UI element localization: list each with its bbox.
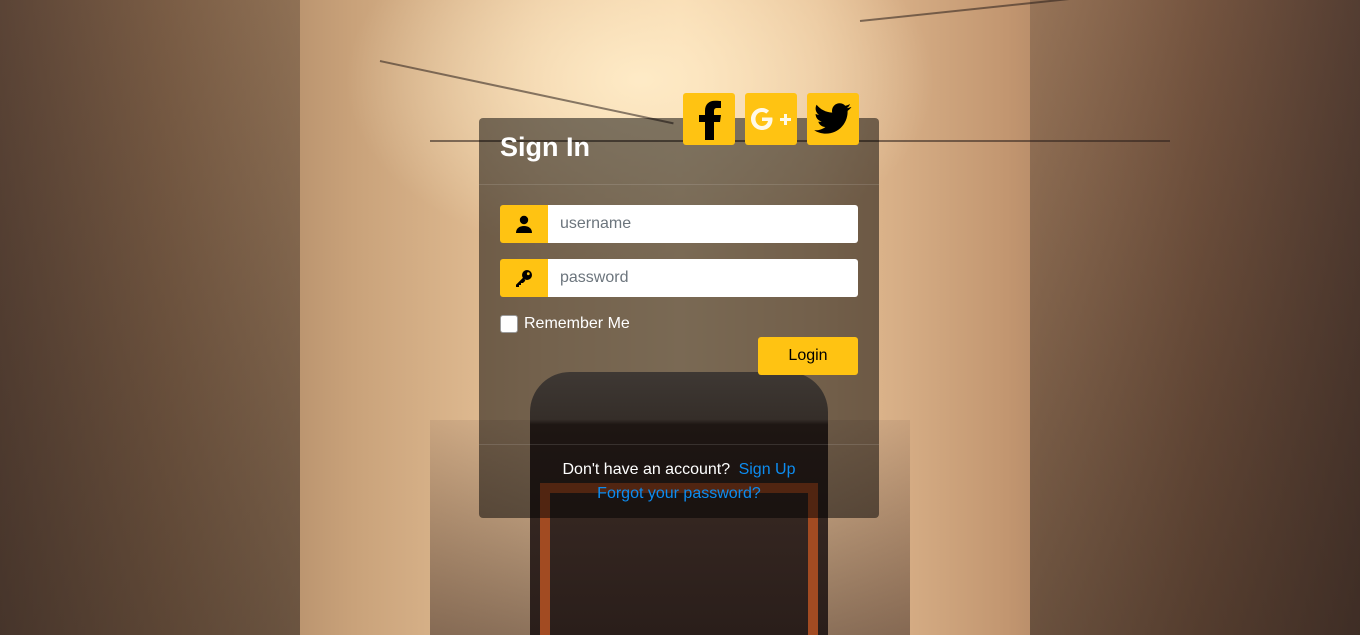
password-group (500, 259, 858, 297)
remember-me: Remember Me (500, 315, 630, 333)
google-plus-icon (751, 108, 791, 130)
password-input[interactable] (548, 259, 858, 297)
no-account-text: Don't have an account? (562, 461, 731, 478)
forgot-password-link[interactable]: Forgot your password? (597, 485, 761, 502)
signup-line: Don't have an account? Sign Up (479, 458, 879, 482)
username-input[interactable] (548, 205, 858, 243)
twitter-button[interactable] (807, 93, 859, 145)
login-card: Sign In username Remember Me Login Don't… (479, 93, 879, 518)
facebook-icon (699, 100, 721, 140)
signup-link[interactable]: Sign Up (739, 461, 796, 478)
background-right-building (1030, 0, 1360, 635)
card-footer: Don't have an account? Sign Up Forgot yo… (479, 458, 879, 506)
background-left-building (0, 0, 300, 635)
forgot-line: Forgot your password? (479, 482, 879, 506)
social-icons (683, 93, 859, 145)
twitter-icon (814, 103, 852, 134)
remember-me-label[interactable]: Remember Me (524, 315, 630, 333)
header-divider (479, 184, 879, 185)
key-icon (500, 259, 548, 297)
page-title: Sign In (500, 132, 590, 162)
google-plus-button[interactable] (745, 93, 797, 145)
username-group (500, 205, 858, 243)
remember-me-checkbox[interactable] (500, 315, 518, 333)
login-button[interactable]: Login (758, 337, 858, 375)
user-icon (500, 205, 548, 243)
footer-divider (479, 444, 879, 445)
background-wire (379, 60, 674, 125)
facebook-button[interactable] (683, 93, 735, 145)
